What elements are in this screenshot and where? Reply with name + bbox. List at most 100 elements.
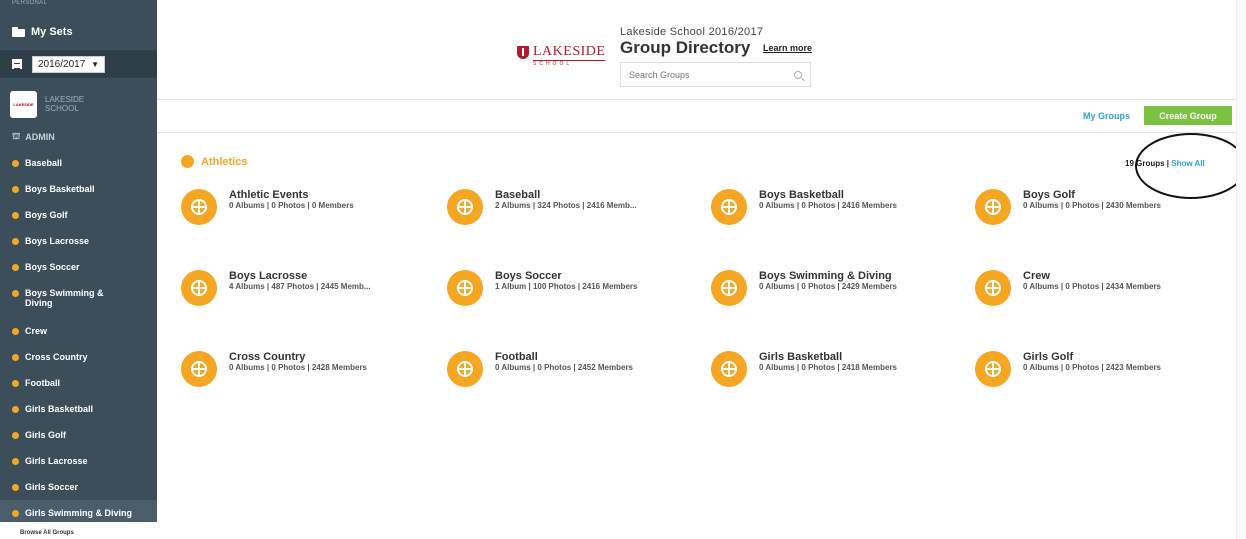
my-sets-link[interactable]: My Sets [12,26,73,38]
page-title: Group Directory [620,38,751,57]
sidebar-item[interactable]: Girls Lacrosse [0,448,157,474]
folder-icon [12,27,25,37]
sidebar-item[interactable]: Boys Soccer [0,254,157,280]
browse-all-groups-link[interactable]: Browse All Groups [0,522,157,539]
sidebar-item-label: Boys Swimming & Diving [25,288,104,308]
school-logo: LAKESIDE [10,90,37,118]
school-name: LAKESIDE SCHOOL [45,95,85,113]
group-dot-icon [12,432,19,439]
group-meta: 4 Albums | 487 Photos | 2445 Memb... [229,282,371,291]
toolbar: My Groups Create Group [157,101,1246,133]
basketball-icon [711,189,747,225]
sidebar-item-label: Crew [25,326,48,336]
section-title: Athletics [201,155,248,168]
personal-label: PERSONAL [12,0,48,6]
basketball-icon [711,270,747,306]
group-meta: 0 Albums | 0 Photos | 2452 Members [495,363,634,372]
sidebar-item[interactable]: Boys Lacrosse [0,228,157,254]
group-dot-icon [12,238,19,245]
group-dot-icon [12,212,19,219]
admin-label: ADMIN [25,132,55,142]
basketball-icon [181,189,217,225]
group-card[interactable]: Boys Soccer 1 Album | 100 Photos | 2416 M… [447,270,687,306]
group-meta: 1 Album | 100 Photos | 2416 Members [495,282,638,291]
sidebar-item[interactable]: Girls Golf [0,422,157,448]
search-icon[interactable] [794,70,802,79]
sidebar-item-label: Boys Basketball [25,184,95,194]
group-card[interactable]: Cross Country 0 Albums | 0 Photos | 2428 … [181,351,421,387]
school-logo-text: LAKESIDE [13,101,34,107]
basketball-icon [975,270,1011,306]
group-card[interactable]: Athletic Events 0 Albums | 0 Photos | 0 M… [181,189,421,225]
group-card[interactable]: Baseball 2 Albums | 324 Photos | 2416 Mem… [447,189,687,225]
school-row[interactable]: LAKESIDE LAKESIDE SCHOOL [0,84,157,124]
group-name: Girls Basketball [759,351,843,363]
group-card[interactable]: Girls Basketball 0 Albums | 0 Photos | 24… [711,351,951,387]
group-dot-icon [12,380,19,387]
group-card[interactable]: Football 0 Albums | 0 Photos | 2452 Membe… [447,351,687,387]
group-card[interactable]: Crew 0 Albums | 0 Photos | 2434 Members [975,270,1215,306]
sidebar-item-label: Boys Soccer [25,262,80,272]
sidebar-item[interactable]: Boys Swimming & Diving [0,280,157,318]
group-name: Girls Golf [1023,351,1074,363]
group-name: Crew [1023,270,1050,282]
search-box[interactable] [620,62,811,87]
sidebar-item-label: Girls Soccer [25,482,79,492]
group-name: Athletic Events [229,189,309,201]
sidebar-item[interactable]: Boys Golf [0,202,157,228]
brand-sub: SCHOOL [533,61,573,67]
sidebar-item-label: Girls Basketball [25,404,94,414]
group-dot-icon [12,160,19,167]
sidebar-item-label: Boys Golf [25,210,68,220]
sidebar-item[interactable]: Football [0,370,157,396]
year-select[interactable]: 2016/2017 ▼ [32,55,105,73]
search-input[interactable] [629,69,779,80]
sidebar-item[interactable]: Baseball [0,150,157,176]
group-dot-icon [12,354,19,361]
admin-link[interactable]: ⛫ ADMIN [12,131,55,143]
sidebar-item-label: Girls Lacrosse [25,456,88,466]
sidebar-item-label: Cross Country [25,352,88,362]
group-card[interactable]: Boys Swimming & Diving 0 Albums | 0 Photo… [711,270,951,306]
lakeside-logo[interactable]: LAKESIDE [517,44,606,61]
group-dot-icon [12,264,19,271]
sidebar-item[interactable]: Boys Basketball [0,176,157,202]
group-card[interactable]: Boys Lacrosse 4 Albums | 487 Photos | 244… [181,270,421,306]
group-dot-icon [12,458,19,465]
basketball-icon [447,351,483,387]
my-groups-link[interactable]: My Groups [1083,111,1130,121]
basketball-icon [711,351,747,387]
caret-down-icon: ▼ [91,59,99,69]
group-name: Boys Swimming & Diving [759,270,892,282]
create-group-button[interactable]: Create Group [1144,106,1232,125]
group-name: Cross Country [229,351,306,363]
sidebar-item[interactable]: Crew [0,318,157,344]
scrollbar[interactable] [1236,0,1246,539]
learn-more-link[interactable]: Learn more [763,43,812,53]
group-name: Boys Golf [1023,189,1075,201]
group-meta: 0 Albums | 0 Photos | 2416 Members [759,201,898,210]
sidebar-item[interactable]: Girls Soccer [0,474,157,500]
group-meta: 0 Albums | 0 Photos | 0 Members [229,201,354,210]
sidebar-item[interactable]: Cross Country [0,344,157,370]
sidebar-item-label: Girls Golf [25,430,67,440]
group-meta: 0 Albums | 0 Photos | 2428 Members [229,363,368,372]
group-card[interactable]: Girls Golf 0 Albums | 0 Photos | 2423 Mem… [975,351,1215,387]
sidebar-item-label: Girls Swimming & Diving [25,508,133,518]
sidebar-group-list: Baseball Boys Basketball Boys Golf Boys … [0,150,157,526]
basketball-icon [447,270,483,306]
brand-text: LAKESIDE [533,44,606,61]
group-name: Boys Basketball [759,189,844,201]
sidebar-item[interactable]: Girls Basketball [0,396,157,422]
group-card[interactable]: Boys Golf 0 Albums | 0 Photos | 2430 Memb… [975,189,1215,225]
group-dot-icon [12,328,19,335]
basketball-icon [975,189,1011,225]
group-meta: 2 Albums | 324 Photos | 2416 Memb... [495,201,637,210]
group-card[interactable]: Boys Basketball 0 Albums | 0 Photos | 241… [711,189,951,225]
year-select-value: 2016/2017 [38,58,86,70]
calendar-icon [12,59,22,69]
admin-icon: ⛫ [12,131,21,141]
group-meta: 0 Albums | 0 Photos | 2429 Members [759,282,898,291]
page-header: LAKESIDE SCHOOL Lakeside School 2016/201… [157,0,1246,100]
sidebar: PERSONAL My Sets 2016/2017 ▼ LAKESIDE LA… [0,0,157,539]
